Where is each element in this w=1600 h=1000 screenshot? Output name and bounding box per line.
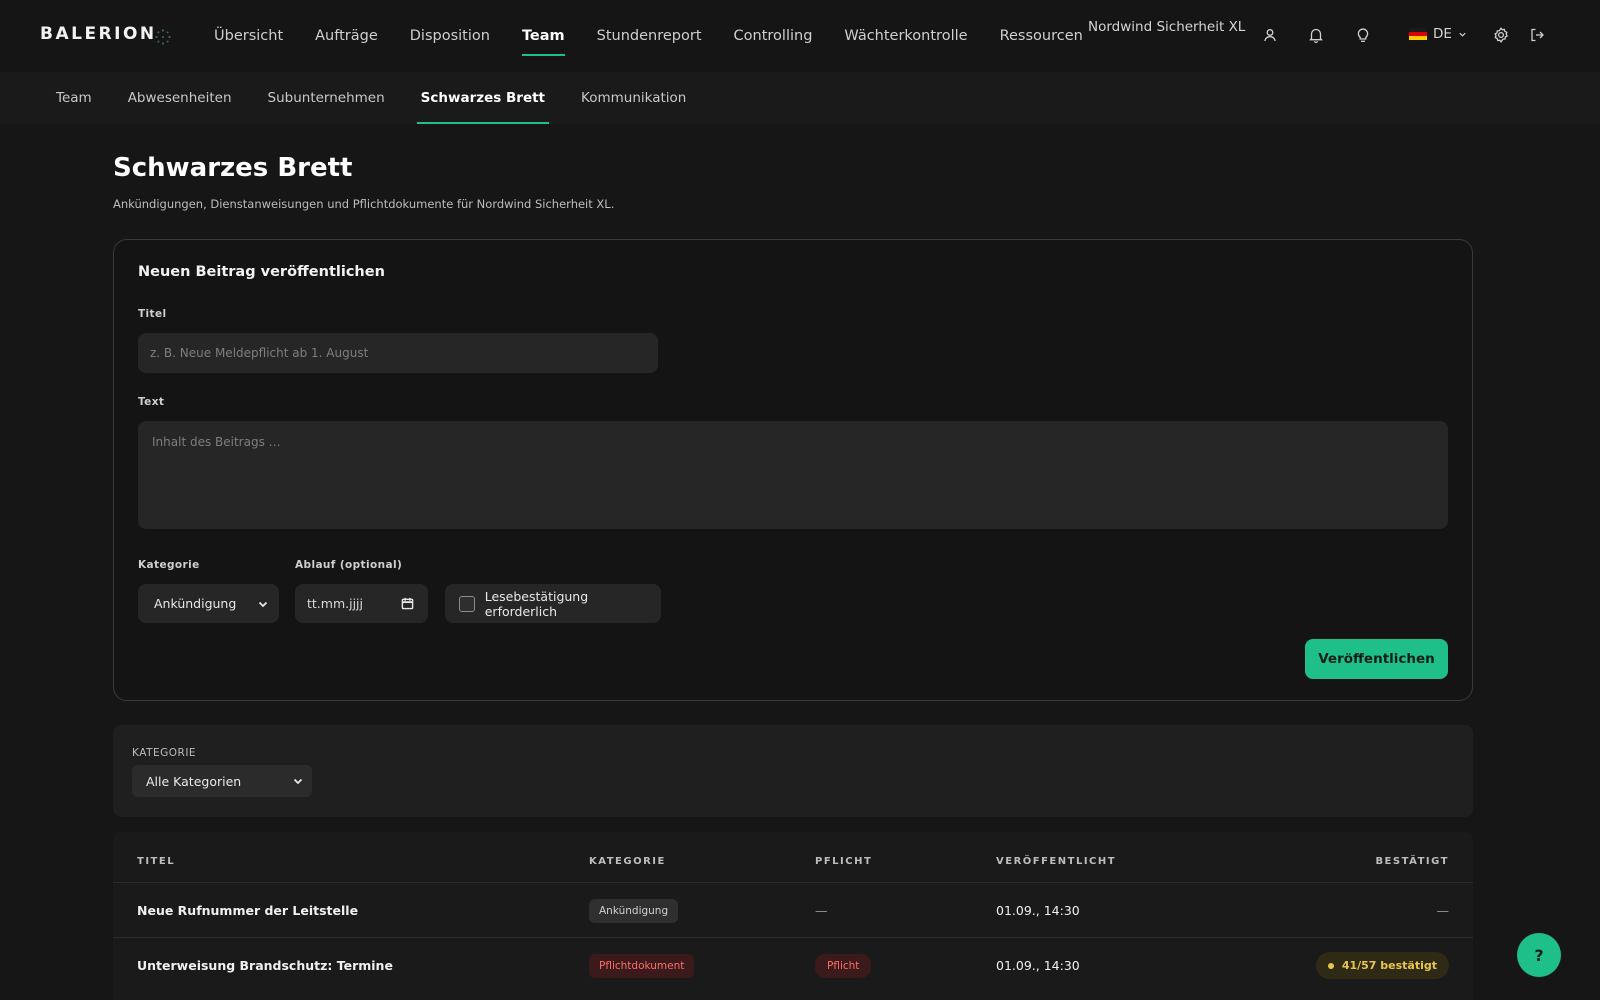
title-label: Titel	[138, 308, 167, 320]
page-subtitle: Ankündigungen, Dienstanweisungen und Pfl…	[113, 197, 615, 211]
nav-item-auftraege[interactable]: Aufträge	[315, 0, 378, 72]
language-label: DE	[1433, 26, 1452, 42]
row-published: 01.09., 14:30	[996, 958, 1080, 973]
bell-icon[interactable]	[1307, 26, 1325, 44]
text-label: Text	[138, 396, 165, 408]
nav-item-uebersicht[interactable]: Übersicht	[214, 0, 283, 72]
confirmation-status-badge: 41/57 bestätigt	[1315, 952, 1449, 979]
chevron-down-icon	[258, 601, 268, 607]
flag-de-icon	[1409, 28, 1427, 40]
tab-abwesenheiten[interactable]: Abwesenheiten	[128, 72, 232, 124]
filter-label: KATEGORIE	[132, 747, 197, 759]
status-dot-icon	[1327, 962, 1334, 969]
expiry-date-placeholder: tt.mm.jjjj	[307, 596, 363, 611]
nav-item-team[interactable]: Team	[521, 0, 565, 72]
help-button[interactable]: ?	[1517, 933, 1561, 977]
row-required: —	[815, 903, 828, 918]
lightbulb-icon[interactable]	[1354, 26, 1372, 44]
column-header-title[interactable]: TITEL	[137, 856, 175, 867]
brand-logo[interactable]: BALERION	[40, 24, 157, 44]
title-input[interactable]	[138, 333, 658, 373]
category-select[interactable]: Ankündigung	[138, 584, 279, 623]
chevron-down-icon	[293, 778, 303, 785]
read-receipt-label: Lesebestätigung erforderlich	[484, 588, 589, 619]
category-filter-panel: KATEGORIE Alle Kategorien	[113, 725, 1473, 817]
sub-nav: Team Abwesenheiten Subunternehmen Schwar…	[56, 72, 722, 124]
row-published: 01.09., 14:30	[996, 903, 1080, 918]
category-filter-value: Alle Kategorien	[146, 773, 242, 789]
text-input[interactable]	[138, 421, 1448, 529]
new-post-heading: Neuen Beitrag veröffentlichen	[138, 264, 385, 280]
nav-item-waechterkontrolle[interactable]: Wächterkontrolle	[844, 0, 967, 72]
required-badge: Pflicht	[815, 953, 872, 978]
category-select-value: Ankündigung	[154, 596, 237, 611]
page-title: Schwarzes Brett	[113, 153, 353, 183]
company-name[interactable]: Nordwind Sicherheit XL	[1088, 19, 1245, 35]
language-selector[interactable]: DE	[1409, 26, 1467, 42]
category-filter-select[interactable]: Alle Kategorien	[132, 765, 312, 797]
user-icon[interactable]	[1261, 26, 1279, 44]
column-header-published[interactable]: VERÖFFENTLICHT	[996, 856, 1116, 867]
nav-item-disposition[interactable]: Disposition	[410, 0, 490, 72]
read-receipt-toggle[interactable]: Lesebestätigung erforderlich	[445, 584, 661, 623]
dots-icon	[155, 29, 171, 45]
posts-table: TITEL KATEGORIE PFLICHT VERÖFFENTLICHT B…	[113, 832, 1473, 1000]
sub-header: Team Abwesenheiten Subunternehmen Schwar…	[0, 72, 1600, 124]
table-row[interactable]: Neue Rufnummer der Leitstelle Ankündigun…	[113, 882, 1473, 937]
nav-item-stundenreport[interactable]: Stundenreport	[597, 0, 702, 72]
column-header-confirmed[interactable]: BESTÄTIGT	[1375, 856, 1449, 867]
tab-team[interactable]: Team	[56, 72, 92, 124]
table-row[interactable]: Unterweisung Brandschutz: Termine Pflich…	[113, 937, 1473, 992]
row-confirmed: —	[1436, 903, 1450, 918]
read-receipt-checkbox[interactable]	[459, 595, 475, 612]
nav-item-ressourcen[interactable]: Ressourcen	[1000, 0, 1083, 72]
column-header-category[interactable]: KATEGORIE	[589, 856, 666, 867]
settings-icon[interactable]	[1492, 26, 1510, 44]
top-header: BALERION Übersicht Aufträge Disposition …	[0, 0, 1600, 72]
tab-subunternehmen[interactable]: Subunternehmen	[268, 72, 385, 124]
tab-schwarzes-brett[interactable]: Schwarzes Brett	[416, 72, 550, 124]
expiry-label: Ablauf (optional)	[295, 559, 403, 571]
logout-icon[interactable]	[1528, 26, 1546, 44]
row-title: Unterweisung Brandschutz: Termine	[137, 958, 393, 973]
tab-kommunikation[interactable]: Kommunikation	[581, 72, 686, 124]
confirmation-count: 41/57 bestätigt	[1341, 959, 1437, 972]
chevron-down-icon	[1459, 32, 1466, 37]
column-header-required[interactable]: PFLICHT	[815, 856, 872, 867]
main-nav: Übersicht Aufträge Disposition Team Stun…	[214, 0, 1115, 72]
expiry-date-input[interactable]: tt.mm.jjjj	[295, 584, 428, 623]
category-badge: Ankündigung	[589, 898, 679, 923]
category-badge: Pflichtdokument	[589, 953, 695, 978]
calendar-icon[interactable]	[401, 597, 414, 610]
publish-button[interactable]: Veröffentlichen	[1305, 639, 1448, 679]
new-post-card: Neuen Beitrag veröffentlichen Titel Text…	[113, 239, 1473, 701]
row-title: Neue Rufnummer der Leitstelle	[137, 903, 359, 918]
category-label: Kategorie	[138, 559, 200, 571]
nav-item-controlling[interactable]: Controlling	[734, 0, 813, 72]
